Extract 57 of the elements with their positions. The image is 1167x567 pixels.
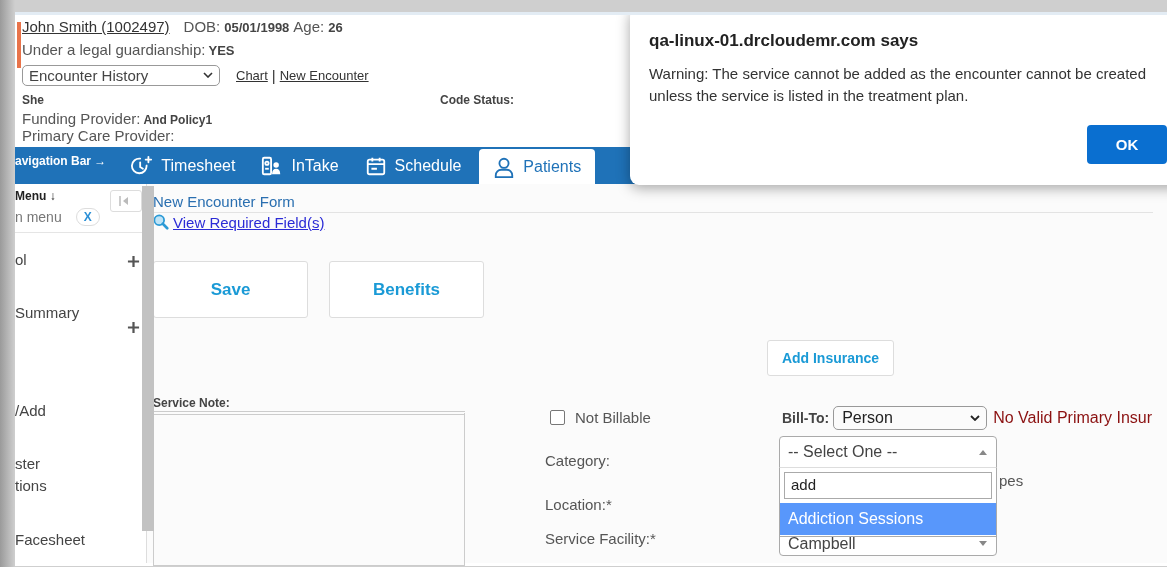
pronoun-text: She [22, 93, 45, 107]
guardianship-label: Under a legal guardianship: [22, 41, 206, 58]
age-label: Age: [293, 18, 325, 35]
funding-provider-label: Funding Provider: [22, 110, 141, 127]
link-separator: | [271, 66, 276, 84]
dob-label: DOB: [183, 18, 221, 35]
triangle-up-icon [978, 449, 988, 455]
chevron-down-icon [970, 415, 981, 421]
ok-button[interactable]: OK [1087, 125, 1167, 164]
menu-item[interactable]: ol [15, 249, 27, 271]
service-note-field[interactable] [153, 411, 465, 566]
expand-plus-icon[interactable] [127, 255, 140, 268]
menu-item[interactable]: ster tions [15, 453, 47, 497]
bill-to-label: Bill-To: [782, 410, 830, 426]
menu-item[interactable]: Summary [15, 302, 80, 324]
dropdown-search-field[interactable]: add [784, 472, 992, 499]
dob-value: 05/01/1998 [224, 20, 290, 35]
not-billable-checkbox[interactable] [550, 409, 565, 425]
bill-to-select[interactable]: Person [833, 406, 988, 430]
service-note-label: Service Note: [153, 396, 231, 411]
view-required-fields-link[interactable]: View Required Field(s) [173, 213, 325, 231]
nav-tab[interactable]: Timesheet [118, 149, 249, 184]
triangle-down-icon [978, 541, 988, 547]
primary-care-provider-label: Primary Care Provider: [22, 127, 175, 144]
funding-provider-value: And Policy1 [143, 113, 213, 127]
chevron-down-icon [203, 72, 213, 78]
header-link[interactable]: New Encounter [279, 67, 369, 83]
search-icon [153, 214, 169, 230]
location-label: Location:* [545, 495, 612, 513]
menu-title: Menu ↓ [15, 189, 57, 203]
scrollbar[interactable] [142, 186, 154, 531]
service-facility-label: Service Facility:* [545, 529, 656, 547]
patient-name-link[interactable]: John Smith (1002497) [22, 18, 170, 35]
age-value: 26 [328, 20, 343, 35]
types-text: pes [999, 472, 1024, 489]
clock-plus-icon [131, 154, 154, 177]
code-status-label: Code Status: [440, 93, 514, 107]
category-label: Category: [545, 451, 611, 469]
person-icon [493, 155, 516, 178]
dialog-message: Warning: The service cannot be added as the encounter cannot be created unless the service is listed in the treatment plan. [649, 64, 1147, 106]
nav-tab[interactable]: Schedule [351, 149, 475, 184]
dialog-title: qa-linux-01.drcloudemr.com says [649, 31, 920, 51]
expand-plus-icon[interactable] [127, 321, 140, 334]
nav-tab[interactable]: InTake [248, 149, 352, 184]
menu-item[interactable]: Facesheet [15, 529, 86, 551]
guardianship-value: YES [208, 43, 235, 58]
clear-search-button[interactable]: X [75, 208, 100, 226]
navigation-bar-toggle[interactable]: avigation Bar → [15, 153, 107, 168]
category-select[interactable]: -- Select One -- [779, 436, 997, 468]
alert-marker [17, 22, 21, 68]
encounter-history-select[interactable]: Encounter History [22, 64, 220, 86]
menu-item[interactable]: /Add [15, 400, 46, 422]
header-link[interactable]: Chart [236, 67, 268, 83]
menu-search-field[interactable]: n menu [15, 209, 62, 225]
nav-tab[interactable]: Patients [479, 149, 596, 184]
not-billable-label: Not Billable [575, 408, 651, 426]
insurance-warning: No Valid Primary Insur [993, 409, 1153, 427]
